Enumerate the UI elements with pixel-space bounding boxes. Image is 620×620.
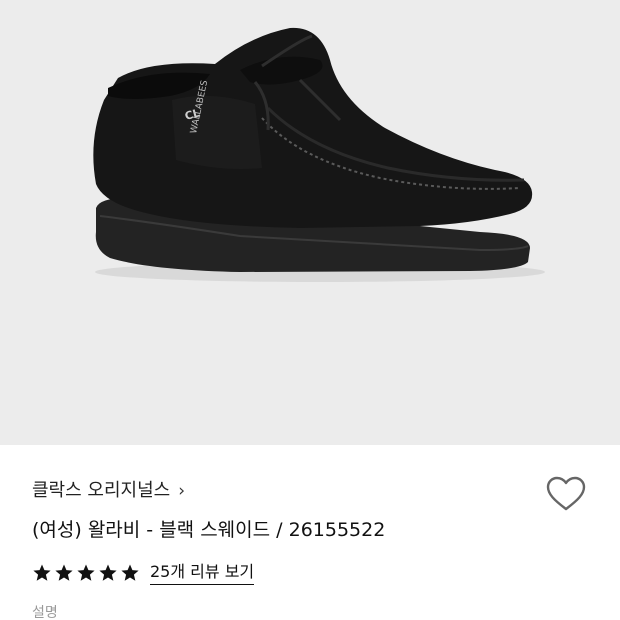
product-title: (여성) 왈라비 - 블랙 스웨이드 / 26155522: [32, 519, 386, 541]
rating-row: 25개 리뷰 보기: [32, 559, 255, 587]
product-image[interactable]: CL WALLABEES: [0, 0, 620, 445]
star-filled-icon: [55, 564, 73, 581]
star-filled-icon: [77, 564, 95, 581]
chevron-right-icon: ›: [178, 481, 186, 501]
shoe-image: CL WALLABEES: [93, 27, 545, 282]
product-detail-page: CL WALLABEES 클락스 오리지널스 › (여성) 왈라비 - 블랙 스…: [0, 0, 620, 620]
shoe-side-panel: [172, 95, 262, 169]
star-filled-icon: [99, 564, 117, 581]
brand-link[interactable]: 클락스 오리지널스 ›: [32, 479, 185, 503]
heart-outline-icon: [546, 476, 586, 511]
star-filled-icon: [33, 564, 51, 581]
brand-name: 클락스 오리지널스: [32, 480, 171, 501]
rating-stars: [32, 563, 140, 583]
review-link[interactable]: 25개 리뷰 보기: [150, 561, 255, 585]
product-info: 클락스 오리지널스 › (여성) 왈라비 - 블랙 스웨이드 / 2615552…: [0, 445, 620, 620]
star-filled-icon: [121, 564, 139, 581]
wishlist-button[interactable]: [544, 475, 588, 515]
shoe-upper: [93, 27, 533, 229]
description-label: 설명: [32, 605, 58, 620]
